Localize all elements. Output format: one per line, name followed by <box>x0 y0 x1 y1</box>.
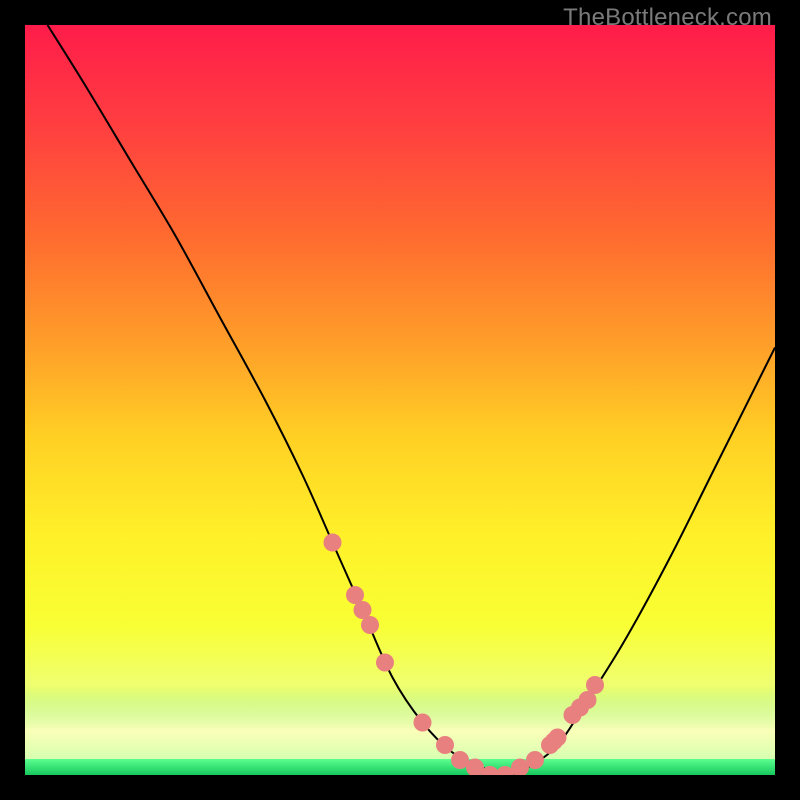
marker-dot <box>376 654 394 672</box>
marker-dot <box>436 736 454 754</box>
marker-dot <box>586 676 604 694</box>
marker-dot <box>414 714 432 732</box>
chart-stage: TheBottleneck.com <box>0 0 800 800</box>
curve-svg <box>25 25 775 775</box>
marker-dot <box>526 751 544 769</box>
marker-dot <box>324 534 342 552</box>
marker-dot <box>361 616 379 634</box>
bottleneck-curve <box>48 25 776 775</box>
marker-group <box>324 534 605 776</box>
marker-dot <box>549 729 567 747</box>
plot-area <box>25 25 775 775</box>
